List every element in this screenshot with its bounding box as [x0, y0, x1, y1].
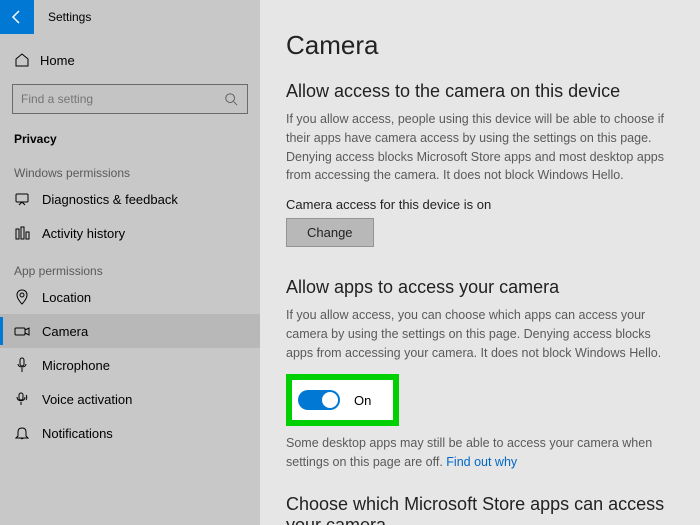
- section-heading-store-apps: Choose which Microsoft Store apps can ac…: [286, 494, 674, 525]
- sidebar-item-label: Diagnostics & feedback: [42, 192, 178, 207]
- content-pane: Camera Allow access to the camera on thi…: [260, 0, 700, 525]
- desktop-apps-note: Some desktop apps may still be able to a…: [286, 434, 674, 472]
- group-app-permissions: App permissions: [0, 250, 260, 280]
- home-link[interactable]: Home: [0, 42, 260, 78]
- search-box[interactable]: [12, 84, 248, 114]
- page-title: Camera: [286, 30, 674, 61]
- toggle-state-label: On: [354, 393, 371, 408]
- highlight-box: On: [286, 374, 399, 426]
- sidebar-item-label: Voice activation: [42, 392, 132, 407]
- section-heading-device-access: Allow access to the camera on this devic…: [286, 81, 674, 102]
- apps-access-toggle[interactable]: [298, 390, 340, 410]
- sidebar-item-microphone[interactable]: Microphone: [0, 348, 260, 382]
- home-icon: [14, 52, 30, 68]
- sidebar-item-label: Location: [42, 290, 91, 305]
- home-label: Home: [40, 53, 75, 68]
- sidebar-item-diagnostics[interactable]: Diagnostics & feedback: [0, 182, 260, 216]
- section-heading-apps-access: Allow apps to access your camera: [286, 277, 674, 298]
- sidebar: Settings Home Privacy Windows permission…: [0, 0, 260, 525]
- search-icon: [223, 91, 239, 107]
- sidebar-item-label: Notifications: [42, 426, 113, 441]
- sidebar-item-label: Microphone: [42, 358, 110, 373]
- activity-icon: [14, 225, 30, 241]
- sidebar-item-label: Activity history: [42, 226, 125, 241]
- sidebar-item-label: Camera: [42, 324, 88, 339]
- section-body: If you allow access, people using this d…: [286, 110, 674, 185]
- sidebar-item-activity-history[interactable]: Activity history: [0, 216, 260, 250]
- section-body: If you allow access, you can choose whic…: [286, 306, 674, 362]
- arrow-left-icon: [9, 9, 25, 25]
- back-button[interactable]: [0, 0, 34, 34]
- microphone-icon: [14, 357, 30, 373]
- sidebar-item-voice-activation[interactable]: Voice activation: [0, 382, 260, 416]
- change-button[interactable]: Change: [286, 218, 374, 247]
- header: Settings: [0, 0, 260, 34]
- group-windows-permissions: Windows permissions: [0, 152, 260, 182]
- feedback-icon: [14, 191, 30, 207]
- voice-icon: [14, 391, 30, 407]
- device-access-status: Camera access for this device is on: [286, 197, 674, 212]
- search-input[interactable]: [21, 92, 223, 106]
- sidebar-item-location[interactable]: Location: [0, 280, 260, 314]
- camera-icon: [14, 323, 30, 339]
- find-out-why-link[interactable]: Find out why: [446, 455, 517, 469]
- sidebar-item-notifications[interactable]: Notifications: [0, 416, 260, 450]
- sidebar-item-camera[interactable]: Camera: [0, 314, 260, 348]
- app-title: Settings: [48, 10, 91, 24]
- bell-icon: [14, 425, 30, 441]
- section-head: Privacy: [0, 120, 260, 152]
- location-icon: [14, 289, 30, 305]
